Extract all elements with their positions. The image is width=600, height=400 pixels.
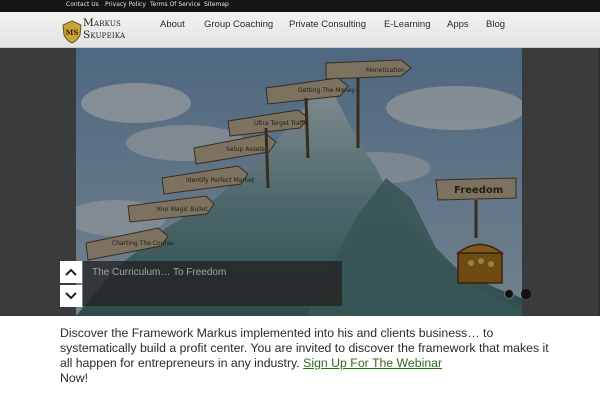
hero-right-panel	[522, 48, 598, 316]
slider-prev-button[interactable]	[60, 261, 82, 283]
terms-of-service-link[interactable]: Terms Of Service	[150, 1, 201, 8]
nav-e-learning[interactable]: E-Learning	[384, 19, 430, 30]
nav-blog[interactable]: Blog	[486, 19, 505, 30]
contact-us-link[interactable]: Contact Us	[66, 1, 99, 8]
slider-dot-2[interactable]	[521, 289, 531, 299]
svg-text:MS: MS	[66, 28, 79, 37]
hero-slider: Monetization Getting The Money Ultra Tar…	[0, 48, 600, 316]
top-utility-bar: Contact Us Privacy Policy Terms Of Servi…	[0, 0, 600, 12]
intro-paragraph: Discover the Framework Markus implemente…	[60, 326, 550, 386]
intro-after-text: Now!	[60, 371, 89, 385]
chevron-down-icon	[65, 292, 77, 300]
chevron-up-icon	[65, 268, 77, 276]
nav-apps[interactable]: Apps	[447, 19, 469, 30]
webinar-signup-link[interactable]: Sign Up For The Webinar	[303, 356, 442, 370]
site-header: MS Markus Skupeika About Group Coaching …	[0, 12, 600, 48]
logo-wordmark: Markus Skupeika	[83, 17, 126, 41]
site-logo[interactable]: MS Markus Skupeika	[61, 17, 141, 46]
slider-next-button[interactable]	[60, 285, 82, 307]
slide-caption: The Curriculum… To Freedom	[92, 267, 227, 278]
slider-dot-1[interactable]	[504, 289, 514, 299]
sitemap-link[interactable]: Sitemap	[204, 1, 229, 8]
nav-about[interactable]: About	[160, 19, 185, 30]
privacy-policy-link[interactable]: Privacy Policy	[105, 1, 146, 8]
logo-emblem-icon: MS	[62, 20, 82, 44]
nav-private-consulting[interactable]: Private Consulting	[289, 19, 366, 30]
nav-group-coaching[interactable]: Group Coaching	[204, 19, 273, 30]
slide-caption-box: The Curriculum… To Freedom	[83, 261, 342, 306]
